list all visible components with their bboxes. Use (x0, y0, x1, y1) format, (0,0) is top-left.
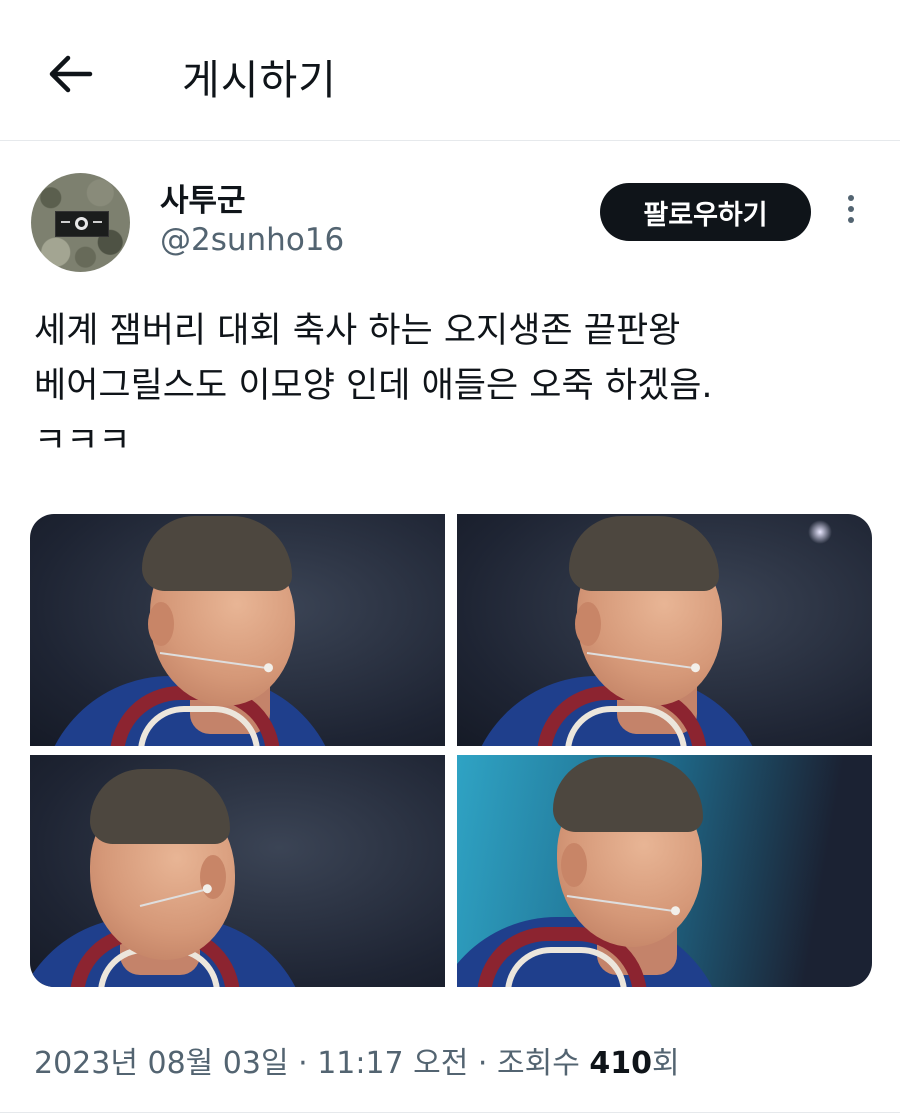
author-display-name[interactable]: 사투군 (160, 175, 246, 220)
meta-separator: · (288, 1046, 318, 1081)
meta-separator: · (468, 1046, 497, 1081)
post-text-line: 베어그릴스도 이모양 인데 애들은 오죽 하겠음. (34, 366, 713, 406)
author-handle[interactable]: @2sunho16 (160, 222, 344, 258)
avatar[interactable] (31, 173, 130, 272)
patch-logo-icon (55, 211, 109, 237)
media-grid (30, 514, 872, 987)
photo-2[interactable] (457, 514, 872, 746)
photo-3[interactable] (30, 755, 445, 987)
bottom-divider (0, 1112, 900, 1113)
photo-4[interactable] (457, 755, 872, 987)
arrow-left-icon[interactable] (46, 52, 94, 96)
page-title: 게시하기 (182, 56, 337, 104)
photo-1[interactable] (30, 514, 445, 746)
post-meta: 2023년 08월 03일 · 11:17 오전 · 조회수 410회 (34, 1038, 680, 1082)
more-vertical-icon[interactable] (838, 195, 864, 231)
post-text-line: ㅋㅋㅋ (34, 421, 131, 461)
post-text: 세계 잼버리 대회 축사 하는 오지생존 끝판왕 베어그릴스도 이모양 인데 애… (34, 304, 874, 469)
views-label: 조회수 (497, 1046, 590, 1081)
header-divider (0, 140, 900, 141)
post-time: 11:17 오전 (317, 1046, 469, 1081)
top-bar: 게시하기 (0, 0, 900, 142)
follow-button[interactable]: 팔로우하기 (600, 183, 811, 241)
views-unit: 회 (651, 1046, 680, 1081)
post-text-line: 세계 잼버리 대회 축사 하는 오지생존 끝판왕 (34, 311, 681, 351)
post-date: 2023년 08월 03일 (34, 1046, 289, 1081)
views-count: 410 (589, 1046, 652, 1081)
